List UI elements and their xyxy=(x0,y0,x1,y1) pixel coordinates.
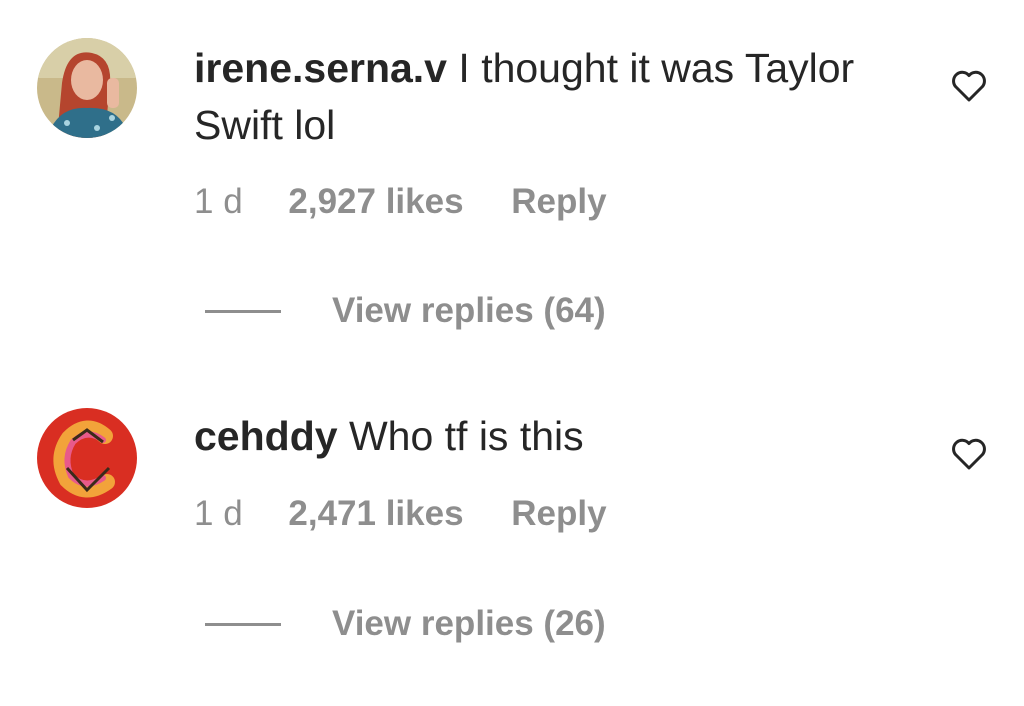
reply-button[interactable]: Reply xyxy=(511,494,606,533)
avatar[interactable] xyxy=(37,38,137,138)
view-replies-label[interactable]: View replies (26) xyxy=(332,604,606,644)
comment-body: irene.serna.v I thought it was Taylor Sw… xyxy=(194,40,914,154)
avatar[interactable] xyxy=(37,408,137,508)
comment-likes[interactable]: 2,471 likes xyxy=(288,494,463,533)
heart-outline-icon[interactable] xyxy=(949,66,989,106)
heart-outline-icon[interactable] xyxy=(949,434,989,474)
comment-body: cehddy Who tf is this xyxy=(194,408,914,465)
comment-username[interactable]: cehddy xyxy=(194,413,338,459)
view-replies-divider xyxy=(205,623,281,626)
comment-text: Who tf is this xyxy=(348,413,584,459)
view-replies-label[interactable]: View replies (64) xyxy=(332,291,606,331)
view-replies-divider xyxy=(205,310,281,313)
reply-button[interactable]: Reply xyxy=(511,182,606,221)
comment-username[interactable]: irene.serna.v xyxy=(194,45,447,91)
comment-time: 1 d xyxy=(194,182,243,221)
comment-meta: 1 d 2,471 likes Reply xyxy=(194,494,607,534)
comment-meta: 1 d 2,927 likes Reply xyxy=(194,182,607,222)
comment-likes[interactable]: 2,927 likes xyxy=(288,182,463,221)
comment-time: 1 d xyxy=(194,494,243,533)
